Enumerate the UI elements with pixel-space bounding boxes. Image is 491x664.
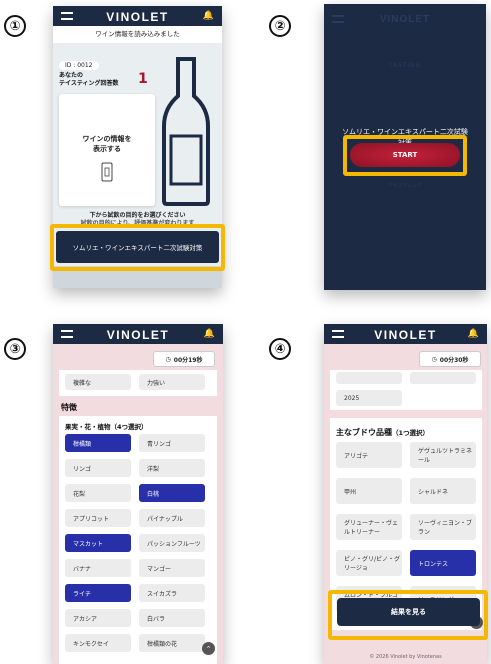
wine-info-card-text: ワインの情報を 表示する	[59, 134, 155, 154]
app-header-4: VINOLET 🔔	[324, 324, 487, 344]
app-header: VINOLET 🔔	[53, 6, 222, 26]
tasting-count-value: 1	[138, 71, 148, 87]
screen-3-characteristics: VINOLET 🔔 ◷ 00分19秒 複雑な 力強い 特徴 果実・花・植物（4つ選…	[53, 324, 223, 664]
grape-title-text: 主なブドウ品種	[336, 428, 392, 437]
loaded-banner: ワイン情報を読み込みました	[53, 26, 222, 43]
fruit-option-2[interactable]: リンゴ	[65, 459, 131, 477]
step-number-3: ③	[4, 338, 26, 360]
app-header-3: VINOLET 🔔	[53, 324, 223, 344]
fruit-option-14[interactable]: アカシア	[65, 609, 131, 627]
option-top-1[interactable]: 力強い	[139, 374, 205, 390]
section-title-grape: 主なブドウ品種（1つ選択）	[336, 427, 429, 438]
group-title-fruit: 果実・花・植物（4つ選択）	[65, 423, 148, 431]
fruit-option-4[interactable]: 花梨	[65, 484, 131, 502]
option-year-blank-2[interactable]	[410, 372, 476, 384]
step-number-2: ②	[269, 15, 291, 37]
bell-icon[interactable]: 🔔	[468, 329, 479, 339]
clock-icon: ◷	[431, 355, 437, 363]
fruit-option-1[interactable]: 青リンゴ	[139, 434, 205, 452]
option-top-0[interactable]: 複雑な	[65, 374, 131, 390]
clock-icon: ◷	[165, 355, 171, 363]
app-logo: VINOLET	[106, 10, 169, 24]
fruit-option-3[interactable]: 洋梨	[139, 459, 205, 477]
fruit-option-7[interactable]: パイナップル	[139, 509, 205, 527]
tasting-label-line2: テイスティング回答数	[59, 80, 119, 87]
faint-logo: VINOLET	[379, 14, 431, 25]
timer-badge: ◷ 00分19秒	[153, 351, 215, 367]
faint-sub-label: テイスティング	[387, 183, 423, 189]
phone-icon	[101, 162, 113, 182]
option-year-2025[interactable]: 2025	[336, 390, 402, 406]
bell-icon[interactable]: 🔔	[204, 329, 215, 339]
bell-icon[interactable]: 🔔	[203, 11, 214, 21]
grape-option-7[interactable]: トロンテス	[410, 550, 476, 576]
fruit-option-13[interactable]: スイカズラ	[139, 584, 205, 602]
step-number-1: ①	[4, 15, 26, 37]
grape-option-6[interactable]: ピノ・グリ/ピノ・グリージョ	[336, 550, 402, 576]
fruit-option-9[interactable]: パッションフルーツ	[139, 534, 205, 552]
fruit-option-0[interactable]: 柑橘類	[65, 434, 131, 452]
app-logo: VINOLET	[374, 328, 437, 342]
grape-option-5[interactable]: ソーヴィニヨン・ブラン	[410, 514, 476, 540]
footer-copyright: © 2026 Vinolet by Vinotenas	[369, 654, 442, 660]
wine-info-line1: ワインの情報を	[82, 135, 132, 143]
id-badge: ID : 0012	[59, 61, 99, 70]
wine-info-card[interactable]: ワインの情報を 表示する	[59, 94, 155, 206]
timer-text: 00分30秒	[439, 356, 469, 364]
fruit-option-16[interactable]: キンモクセイ	[65, 634, 131, 652]
purpose-button[interactable]: ソムリエ・ワインエキスパート二次試験対策	[56, 231, 219, 263]
grape-option-1[interactable]: ゲヴュルツトラミネール	[410, 442, 476, 468]
grape-option-3[interactable]: シャルドネ	[410, 478, 476, 504]
fruit-option-15[interactable]: 白バラ	[139, 609, 205, 627]
grape-option-0[interactable]: アリゴテ	[336, 442, 402, 468]
app-logo: VINOLET	[106, 328, 170, 342]
fruit-option-6[interactable]: アプリコット	[65, 509, 131, 527]
step-number-4: ④	[269, 338, 291, 360]
timer-text: 00分19秒	[173, 356, 203, 364]
fruit-option-8[interactable]: マスカット	[65, 534, 131, 552]
section-title-characteristics: 特徴	[61, 403, 77, 412]
fruit-option-11[interactable]: マンゴー	[139, 559, 205, 577]
fruit-options-card: 果実・花・植物（4つ選択） 柑橘類 青リンゴ リンゴ 洋梨 花梨 白桃 アプリコット パイナッ…	[59, 416, 217, 664]
year-options-card: 2025	[330, 370, 482, 410]
wine-info-line2: 表示する	[93, 145, 121, 153]
fruit-option-17[interactable]: 柑橘類の花	[139, 634, 205, 652]
wine-bottle-icon	[162, 57, 210, 206]
tasting-label-line1: あなたの	[59, 72, 84, 79]
top-options-card: 複雑な 力強い	[59, 370, 217, 396]
fruit-option-5[interactable]: 白桃	[139, 484, 205, 502]
faint-tasting-label: TASTING	[388, 62, 422, 69]
option-year-blank[interactable]	[336, 372, 402, 384]
tasting-count-label: あなたの テイスティング回答数	[59, 72, 118, 88]
fruit-option-12[interactable]: ライチ	[65, 584, 131, 602]
scroll-up-button[interactable]: ⌃	[202, 642, 215, 655]
grape-option-4[interactable]: グリューナー・ヴェルトリーナー	[336, 514, 402, 540]
faint-hamburger-icon	[332, 15, 344, 23]
start-button[interactable]: START	[350, 143, 460, 167]
fruit-option-10[interactable]: バナナ	[65, 559, 131, 577]
grape-option-2[interactable]: 甲州	[336, 478, 402, 504]
grape-title-hint: （1つ選択）	[392, 429, 430, 437]
timer-badge: ◷ 00分30秒	[419, 351, 481, 367]
show-result-button[interactable]: 結果を見る	[337, 598, 480, 626]
purpose-prompt-line1: 下から試飲の目的をお選びください	[89, 212, 186, 219]
